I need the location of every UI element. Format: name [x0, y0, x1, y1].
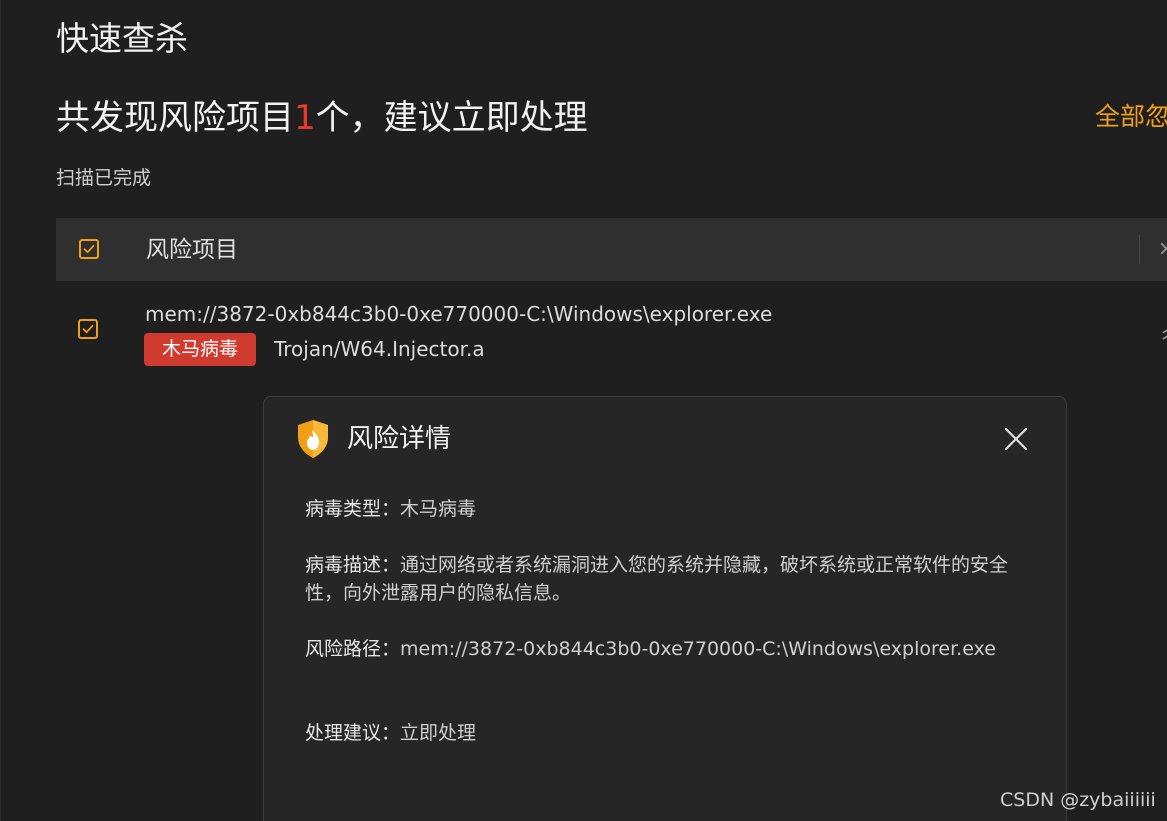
checkmark-icon	[83, 244, 95, 254]
risk-category-badge: 木马病毒	[144, 333, 256, 366]
virus-name: Trojan/W64.Injector.a	[274, 337, 485, 361]
quick-scan-page: 快速查杀 共发现风险项目1个，建议立即处理 全部忽 扫描已完成 风险项目 × m…	[0, 0, 1167, 821]
checkmark-icon	[82, 324, 94, 334]
close-icon[interactable]	[1002, 425, 1030, 453]
field-value: mem://3872-0xb844c3b0-0xe770000-C:\Windo…	[400, 638, 996, 660]
scan-status: 扫描已完成	[56, 167, 152, 189]
column-header-cut: ×	[1158, 236, 1167, 260]
scan-summary: 共发现风险项目1个，建议立即处理	[56, 95, 588, 141]
window-edge	[0, 0, 1, 821]
summary-prefix: 共发现风险项目	[56, 98, 294, 138]
field-label: 病毒类型：	[305, 498, 401, 520]
ignore-all-button[interactable]: 全部忽	[1095, 100, 1167, 134]
dialog-title: 风险详情	[347, 424, 452, 454]
shield-fire-icon	[298, 420, 328, 458]
risk-item-path[interactable]: mem://3872-0xb844c3b0-0xe770000-C:\Windo…	[145, 300, 772, 328]
column-divider	[1139, 235, 1140, 264]
field-handling-advice: 处理建议：立即处理	[305, 719, 1025, 747]
page-title: 快速查杀	[56, 19, 188, 58]
field-virus-description: 病毒描述：通过网络或者系统漏洞进入您的系统并隐藏，破坏系统或正常软件的安全性，向…	[305, 551, 1025, 607]
watermark: CSDN @zybaiiiiii	[1000, 789, 1156, 811]
table-header: 风险项目 ×	[56, 218, 1167, 281]
summary-suffix: 个，建议立即处理	[315, 98, 588, 138]
risk-count: 1	[294, 98, 316, 138]
row-checkbox[interactable]	[78, 319, 98, 339]
risk-detail-dialog: 风险详情 病毒类型：木马病毒 病毒描述：通过网络或者系统漏洞进入您的系统并隐藏，…	[263, 396, 1067, 821]
field-value: 通过网络或者系统漏洞进入您的系统并隐藏，破坏系统或正常软件的安全性，向外泄露用户…	[305, 554, 1009, 604]
field-virus-type: 病毒类型：木马病毒	[305, 495, 1025, 523]
row-action-cut[interactable]: 彳	[1158, 320, 1167, 349]
field-value: 立即处理	[400, 722, 477, 744]
column-header-risk-item: 风险项目	[146, 237, 238, 263]
field-label: 风险路径：	[305, 638, 401, 660]
select-all-checkbox[interactable]	[79, 239, 99, 259]
field-label: 处理建议：	[305, 722, 401, 744]
field-risk-path: 风险路径：mem://3872-0xb844c3b0-0xe770000-C:\…	[305, 635, 1025, 663]
field-label: 病毒描述：	[305, 554, 401, 576]
field-value: 木马病毒	[400, 498, 477, 520]
